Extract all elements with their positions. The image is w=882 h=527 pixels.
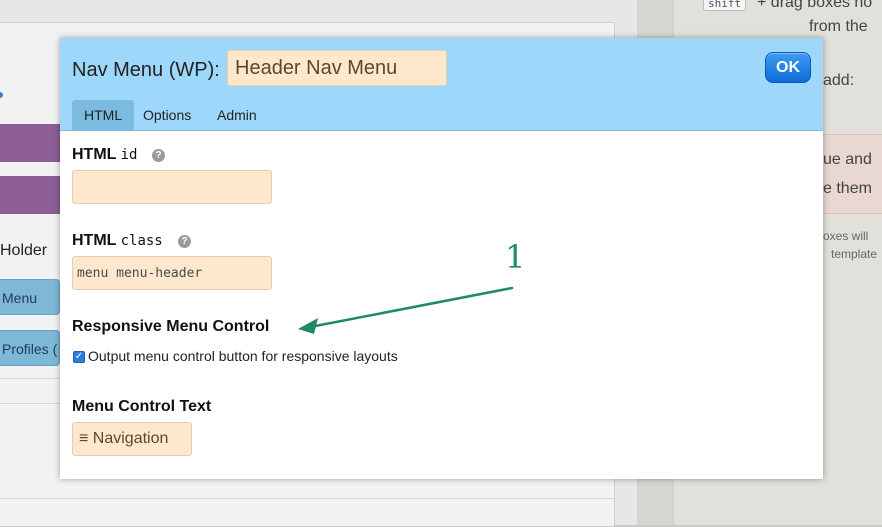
background-help-text: + drag boxes ho — [757, 0, 873, 11]
background-divider — [0, 498, 614, 499]
background-menu-tab[interactable]: Menu — [0, 279, 60, 315]
shift-key-badge: shift — [703, 0, 747, 11]
background-menu-tab-label: Menu — [2, 290, 38, 306]
ok-button[interactable]: OK — [765, 52, 811, 83]
background-profiles-tab-label: Profiles ( — [2, 341, 58, 357]
html-class-label: HTML class — [72, 232, 163, 249]
background-help-text: from the — [809, 18, 868, 35]
tab-html[interactable]: HTML — [72, 100, 135, 130]
background-help-text: e them — [823, 180, 872, 197]
dialog-title: Nav Menu (WP): — [72, 59, 220, 81]
annotation-number: 1 — [505, 238, 526, 276]
responsive-control-checkbox-label[interactable]: Output menu control button for responsiv… — [88, 348, 398, 364]
background-purple-block — [0, 124, 60, 162]
help-icon[interactable]: ? — [152, 149, 165, 162]
background-profiles-tab[interactable]: Profiles ( — [0, 330, 60, 366]
html-id-label: HTML id — [72, 146, 138, 163]
menu-control-text-label: Menu Control Text — [72, 398, 212, 415]
background-help-text: ue and — [823, 151, 872, 168]
tab-options[interactable]: Options — [131, 100, 203, 130]
responsive-control-checkbox[interactable]: ✓ — [73, 351, 85, 363]
background-small-text: template — [831, 247, 878, 261]
html-id-input[interactable] — [72, 170, 272, 204]
background-purple-block — [0, 176, 60, 214]
dialog-header: Nav Menu (WP): OK HTML Options Admin — [60, 38, 823, 131]
help-icon[interactable]: ? — [178, 235, 191, 248]
menu-control-text-input[interactable] — [72, 422, 192, 456]
tab-admin[interactable]: Admin — [205, 100, 269, 130]
menu-name-input[interactable] — [227, 50, 447, 86]
background-holder-text: Holder — [0, 242, 48, 259]
responsive-menu-control-label: Responsive Menu Control — [72, 318, 270, 335]
nav-menu-dialog: Nav Menu (WP): OK HTML Options Admin HTM… — [60, 38, 823, 479]
background-help-text: add: — [823, 72, 855, 89]
html-class-input[interactable] — [72, 256, 272, 290]
background-small-text: oxes will — [823, 229, 869, 243]
